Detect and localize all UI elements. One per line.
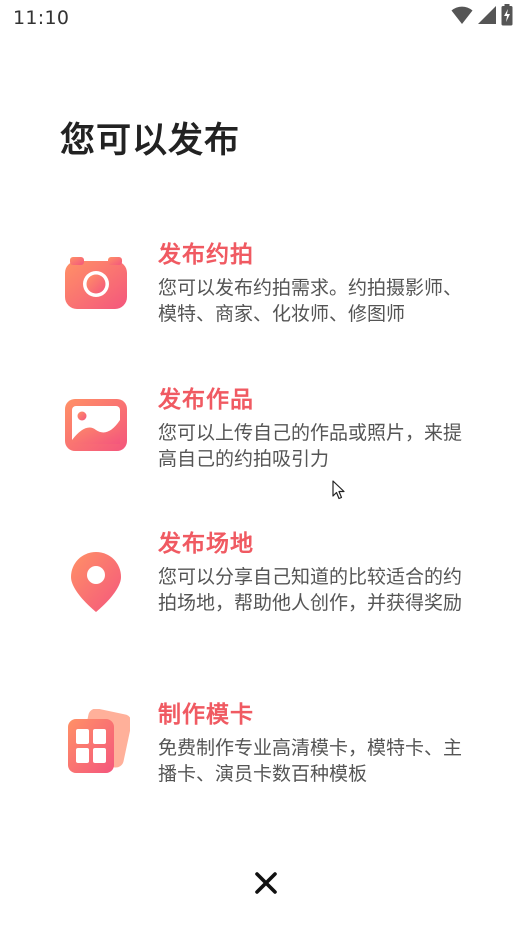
status-time: 11:10 [13,7,70,29]
option-title: 制作模卡 [158,702,254,728]
mouse-cursor-icon [332,480,346,500]
option-title: 发布场地 [158,531,254,557]
close-button[interactable] [249,868,283,902]
signal-icon [477,5,497,29]
option-title: 发布约拍 [158,242,254,268]
close-icon [255,872,277,898]
page-title: 您可以发布 [60,121,241,161]
wifi-icon [451,5,473,29]
image-icon [62,394,130,462]
camera-icon [62,251,130,319]
option-description: 您可以上传自己的作品或照片，来提高自己的约拍吸引力 [158,422,463,470]
model-card-icon [62,708,132,777]
option-description: 您可以发布约拍需求。约拍摄影师、模特、商家、化妆师、修图师 [158,277,463,325]
option-description: 免费制作专业高清模卡，模特卡、主播卡、演员卡数百种模板 [158,737,463,785]
status-icons [451,4,513,30]
battery-icon [501,4,513,30]
option-title: 发布作品 [158,387,254,413]
location-pin-icon [62,550,130,618]
option-description: 您可以分享自己知道的比较适合的约拍场地，帮助他人创作，并获得奖励 [158,566,463,614]
status-bar: 11:10 [0,0,531,36]
